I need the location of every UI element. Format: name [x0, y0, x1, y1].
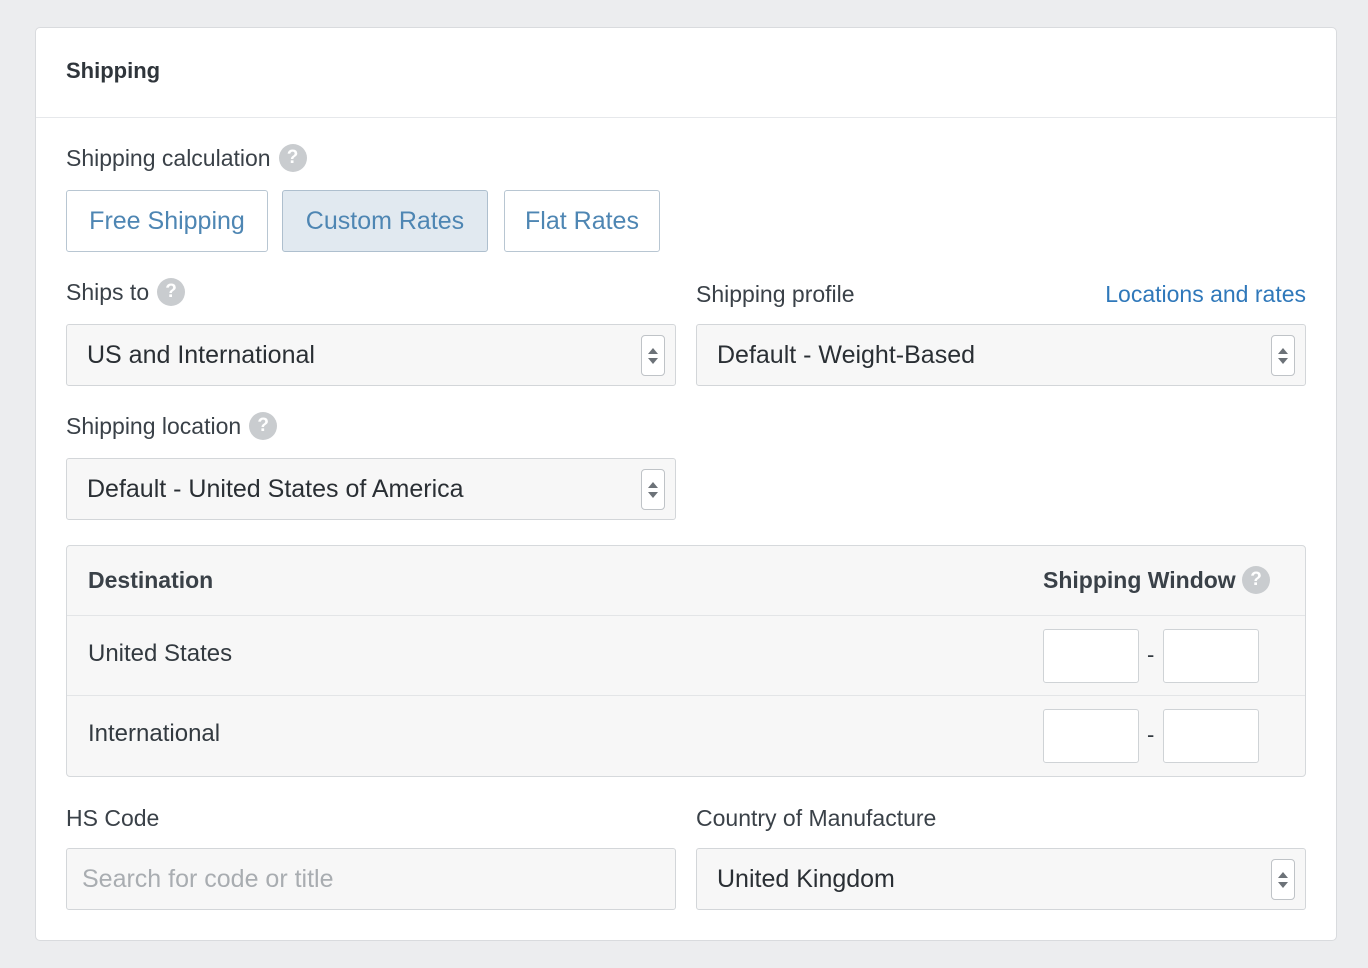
range-separator: -: [1147, 642, 1155, 667]
country-of-manufacture-value: United Kingdom: [717, 864, 895, 893]
shipping-calculation-label-row: Shipping calculation ?: [66, 144, 307, 172]
range-separator: -: [1147, 722, 1155, 747]
hs-code-label: HS Code: [66, 805, 160, 831]
shipping-profile-value: Default - Weight-Based: [717, 340, 975, 369]
up-down-stepper-icon: [641, 469, 665, 510]
free-shipping-button[interactable]: Free Shipping: [66, 190, 268, 252]
custom-rates-button[interactable]: Custom Rates: [282, 190, 488, 252]
ships-to-label: Ships to: [66, 278, 150, 305]
help-icon[interactable]: ?: [1242, 566, 1270, 594]
shipping-window-table: Destination Shipping Window ? United Sta…: [66, 545, 1306, 777]
shipping-location-label: Shipping location: [66, 412, 242, 439]
shipping-location-select[interactable]: Default - United States of America: [66, 458, 676, 520]
table-header-row: Destination Shipping Window ?: [67, 546, 1305, 616]
help-icon[interactable]: ?: [278, 144, 307, 172]
ships-to-select[interactable]: US and International: [66, 324, 676, 386]
shipping-profile-select[interactable]: Default - Weight-Based: [696, 324, 1306, 386]
help-icon[interactable]: ?: [249, 412, 278, 440]
ships-to-value: US and International: [87, 340, 315, 369]
country-of-manufacture-label-row: Country of Manufacture: [696, 805, 936, 832]
shipping-location-label-row: Shipping location ?: [66, 412, 278, 440]
up-down-stepper-icon: [1271, 859, 1295, 900]
destination-cell: International: [88, 720, 221, 747]
destination-cell: United States: [88, 640, 233, 667]
window-max-input[interactable]: [1163, 709, 1259, 763]
table-row: International -: [67, 696, 1305, 776]
hs-code-search-input[interactable]: [66, 848, 676, 910]
card-header: Shipping: [36, 28, 1336, 118]
country-of-manufacture-select[interactable]: United Kingdom: [696, 848, 1306, 910]
flat-rates-button[interactable]: Flat Rates: [504, 190, 660, 252]
window-max-input[interactable]: [1163, 629, 1259, 683]
destination-header: Destination: [88, 567, 214, 593]
shipping-location-value: Default - United States of America: [87, 474, 464, 503]
up-down-stepper-icon: [1271, 335, 1295, 376]
window-min-input[interactable]: [1043, 629, 1139, 683]
shipping-profile-label-row: Shipping profile: [696, 281, 855, 308]
hs-code-label-row: HS Code: [66, 805, 159, 832]
window-min-input[interactable]: [1043, 709, 1139, 763]
shipping-window-header: Shipping Window: [1043, 567, 1236, 593]
shipping-calculation-label: Shipping calculation: [66, 144, 271, 171]
shipping-card: Shipping Shipping calculation ? Free Shi…: [35, 27, 1337, 941]
ships-to-label-row: Ships to ?: [66, 278, 186, 306]
country-of-manufacture-label: Country of Manufacture: [696, 805, 937, 831]
shipping-profile-label: Shipping profile: [696, 281, 855, 307]
locations-and-rates-link[interactable]: Locations and rates: [1105, 281, 1306, 308]
help-icon[interactable]: ?: [157, 278, 186, 306]
card-title: Shipping: [66, 58, 161, 83]
table-row: United States -: [67, 616, 1305, 696]
up-down-stepper-icon: [641, 335, 665, 376]
